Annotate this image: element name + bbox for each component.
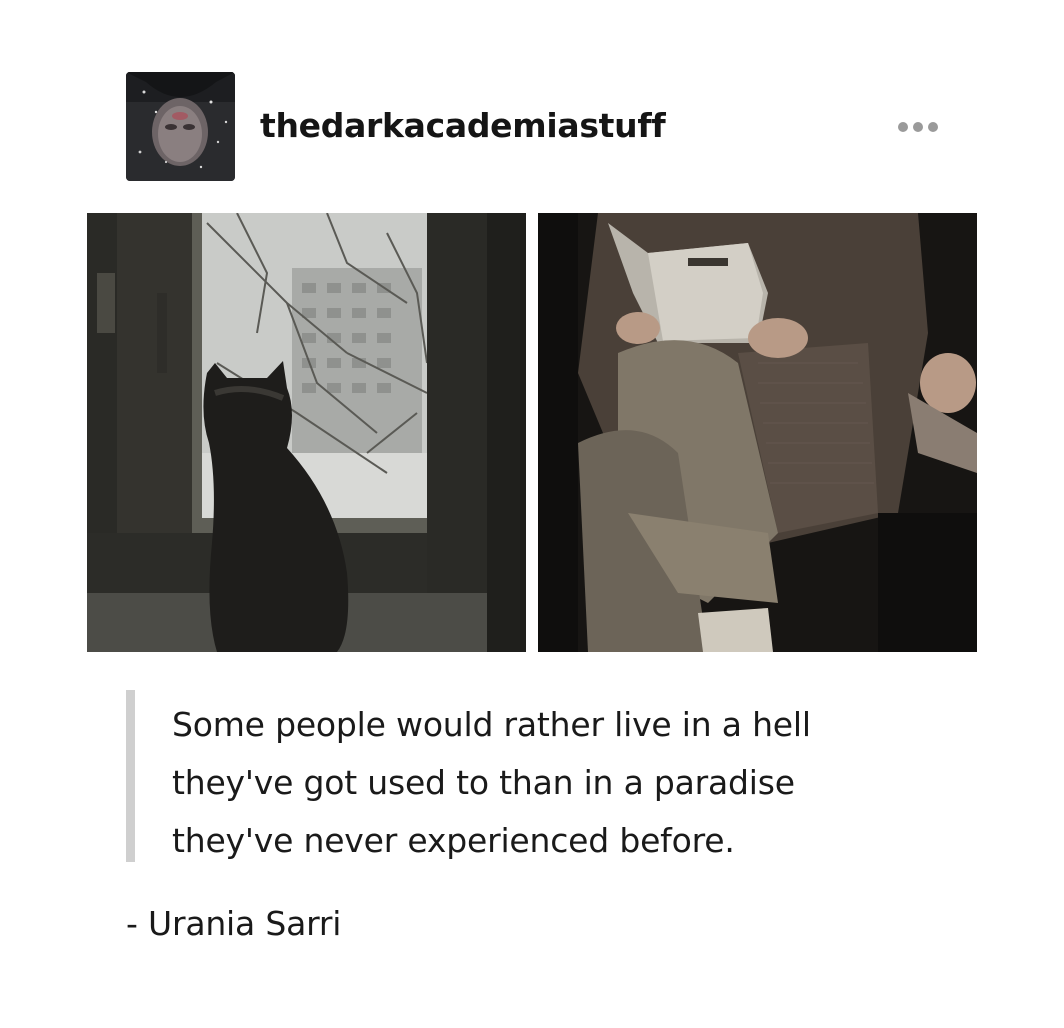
quote-bar	[126, 690, 135, 862]
username-link[interactable]: thedarkacademiastuff	[260, 106, 666, 145]
quote-line: they've never experienced before.	[172, 821, 735, 860]
ellipsis-icon	[898, 122, 938, 132]
post-card: thedarkacademiastuff Some people would r…	[0, 0, 1064, 1028]
person-reading-book-image	[538, 213, 977, 652]
quote-text: Some people would rather live in a hell …	[172, 696, 912, 870]
quote-attribution: - Urania Sarri	[126, 904, 342, 943]
blockquote: Some people would rather live in a hell …	[126, 690, 926, 862]
quote-line: Some people would rather live in a hell	[172, 705, 811, 744]
cat-at-window-image	[87, 213, 526, 652]
avatar-portrait-image	[126, 72, 235, 181]
avatar[interactable]	[126, 72, 235, 181]
person-reading-book-photo[interactable]	[538, 213, 977, 652]
cat-at-window-photo[interactable]	[87, 213, 526, 652]
more-options-button[interactable]	[894, 110, 944, 144]
quote-line: they've got used to than in a paradise	[172, 763, 795, 802]
